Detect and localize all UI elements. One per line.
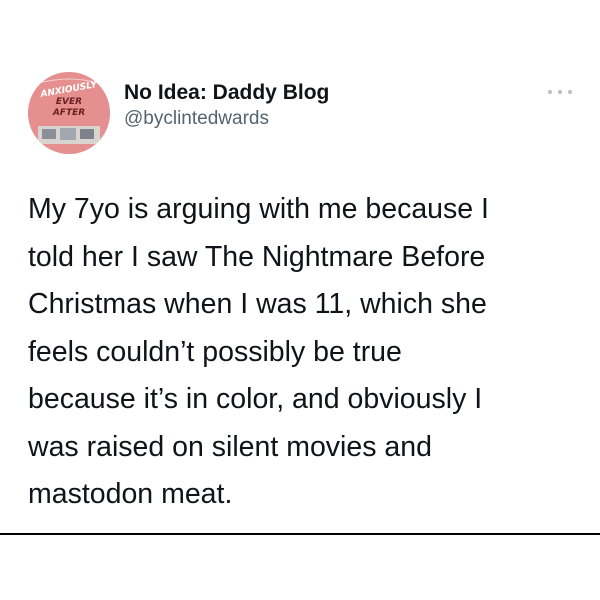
more-horizontal-icon[interactable]: [548, 86, 572, 98]
display-name[interactable]: No Idea: Daddy Blog: [124, 80, 329, 106]
user-name-block[interactable]: No Idea: Daddy Blog @byclintedwards: [124, 80, 329, 132]
avatar[interactable]: ANXIOUSLY EVER AFTER: [28, 72, 110, 154]
more-dot: [568, 90, 572, 94]
avatar-title-line3: AFTER: [52, 108, 86, 118]
avatar-title-line2: EVER: [55, 97, 83, 107]
tweet-screenshot: ANXIOUSLY EVER AFTER No Idea: Daddy Blog…: [0, 0, 600, 600]
tweet-header: ANXIOUSLY EVER AFTER No Idea: Daddy Blog…: [28, 72, 588, 162]
divider: [0, 533, 600, 535]
more-dot: [548, 90, 552, 94]
tweet-text: My 7yo is arguing with me because I told…: [28, 193, 489, 510]
user-handle[interactable]: @byclintedwards: [124, 106, 329, 132]
more-dot: [558, 90, 562, 94]
avatar-badge: ANXIOUSLY EVER AFTER: [28, 72, 110, 154]
